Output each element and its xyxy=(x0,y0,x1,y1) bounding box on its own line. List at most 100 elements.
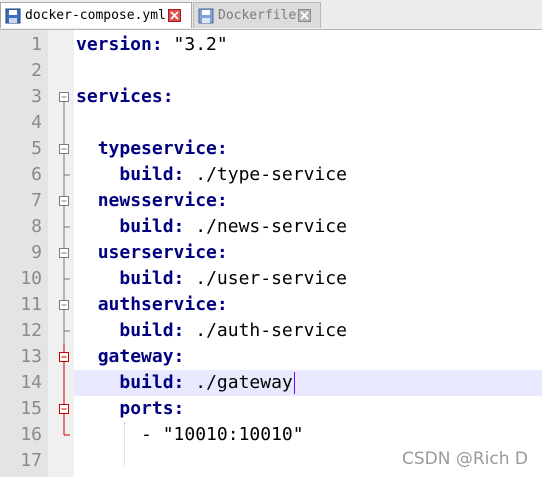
code-line[interactable]: 6 build: ./type-service xyxy=(0,162,542,188)
line-number: 14 xyxy=(20,372,42,393)
fold-marker-icon xyxy=(63,110,65,136)
fold-marker-icon xyxy=(58,32,74,58)
line-number: 15 xyxy=(20,398,42,419)
yaml-value: ./user-service xyxy=(184,268,347,289)
fold-marker-icon xyxy=(63,214,70,240)
code-line[interactable]: 14 build: ./gateway xyxy=(0,370,542,396)
code-line[interactable]: 8 build: ./news-service xyxy=(0,214,542,240)
yaml-value: : xyxy=(216,242,228,263)
code-text[interactable]: newsservice: xyxy=(76,188,228,214)
fold-marker-icon xyxy=(63,370,65,396)
code-text[interactable]: gateway: xyxy=(76,344,185,370)
code-line[interactable]: 4 xyxy=(0,110,542,136)
code-line[interactable]: 16 - "10010:10010" xyxy=(0,422,542,448)
yaml-key: gateway xyxy=(97,346,174,367)
code-text[interactable]: - "10010:10010" xyxy=(76,422,304,448)
tab-docker-compose[interactable]: docker-compose.yml xyxy=(0,2,192,28)
fold-marker-icon xyxy=(63,422,70,436)
code-line[interactable]: 15 ports: xyxy=(0,396,542,422)
fold-marker-icon[interactable] xyxy=(58,240,74,266)
line-number: 4 xyxy=(31,112,42,133)
line-number: 8 xyxy=(31,216,42,237)
yaml-value: : xyxy=(216,190,228,211)
tab-label: Dockerfile xyxy=(218,8,297,23)
code-line[interactable]: 13 gateway: xyxy=(0,344,542,370)
fold-marker-icon[interactable] xyxy=(58,188,74,214)
fold-marker-icon xyxy=(63,318,70,344)
line-number: 9 xyxy=(31,242,42,263)
code-text[interactable]: build: ./news-service xyxy=(76,214,347,240)
line-number: 3 xyxy=(31,86,42,107)
close-icon[interactable] xyxy=(167,9,181,22)
yaml-key: newsservice xyxy=(97,190,217,211)
line-number: 16 xyxy=(20,424,42,445)
yaml-value: - "10010:10010" xyxy=(141,424,304,445)
line-number: 17 xyxy=(20,450,42,471)
fold-marker-icon[interactable] xyxy=(58,136,74,162)
code-text[interactable]: build: ./type-service xyxy=(76,162,347,188)
fold-marker-icon[interactable] xyxy=(58,84,74,110)
code-text[interactable]: build: ./user-service xyxy=(76,266,347,292)
code-text[interactable]: services: xyxy=(76,84,174,110)
yaml-key: build xyxy=(119,372,174,393)
fold-marker-icon[interactable] xyxy=(58,292,74,318)
yaml-key: version xyxy=(76,34,152,55)
yaml-value: : xyxy=(162,86,174,107)
code-text[interactable]: version: "3.2" xyxy=(76,32,228,58)
yaml-key: build xyxy=(119,268,174,289)
tab-label: docker-compose.yml xyxy=(25,8,166,23)
line-number: 2 xyxy=(31,60,42,81)
code-line[interactable]: 12 build: ./auth-service xyxy=(0,318,542,344)
code-line[interactable]: 7 newsservice: xyxy=(0,188,542,214)
line-number: 5 xyxy=(31,138,42,159)
fold-marker-icon[interactable] xyxy=(58,396,74,422)
code-text[interactable]: userservice: xyxy=(76,240,228,266)
yaml-value: ./auth-service xyxy=(184,320,347,341)
line-number: 10 xyxy=(20,268,42,289)
code-text[interactable]: build: ./auth-service xyxy=(76,318,347,344)
code-text[interactable]: authservice: xyxy=(76,292,228,318)
code-text[interactable]: build: ./gateway xyxy=(76,370,293,396)
yaml-key: typeservice xyxy=(97,138,217,159)
fold-marker-icon[interactable] xyxy=(58,344,74,370)
yaml-key: authservice xyxy=(97,294,217,315)
line-number: 1 xyxy=(31,34,42,55)
fold-marker-icon xyxy=(63,266,70,292)
code-line[interactable]: 9 userservice: xyxy=(0,240,542,266)
code-line[interactable]: 5 typeservice: xyxy=(0,136,542,162)
save-disk-icon xyxy=(198,8,214,23)
code-line[interactable]: 11 authservice: xyxy=(0,292,542,318)
yaml-value: : xyxy=(216,294,228,315)
yaml-key: ports xyxy=(119,398,174,419)
yaml-value: ./gateway xyxy=(184,372,293,393)
code-text[interactable]: ports: xyxy=(76,396,184,422)
code-text[interactable]: typeservice: xyxy=(76,136,228,162)
yaml-key: build xyxy=(119,216,174,237)
code-line[interactable]: 2 xyxy=(0,58,542,84)
code-line[interactable]: 1 version: "3.2" xyxy=(0,32,542,58)
yaml-key: services xyxy=(76,86,163,107)
save-disk-icon xyxy=(5,8,21,23)
tab-dockerfile[interactable]: Dockerfile xyxy=(193,2,321,28)
yaml-key: build xyxy=(119,320,174,341)
yaml-value: : xyxy=(173,346,185,367)
yaml-value: "3.2" xyxy=(162,34,228,55)
line-number: 7 xyxy=(31,190,42,211)
line-number: 11 xyxy=(20,294,42,315)
yaml-key: build xyxy=(119,164,174,185)
line-number: 12 xyxy=(20,320,42,341)
code-line[interactable]: 10 build: ./user-service xyxy=(0,266,542,292)
code-editor[interactable]: 1 version: "3.2" 2 3 services: 4 5 typeservice… xyxy=(0,30,542,477)
text-caret xyxy=(294,372,295,394)
yaml-key: userservice xyxy=(97,242,217,263)
line-number: 13 xyxy=(20,346,42,367)
close-icon[interactable] xyxy=(298,9,312,22)
watermark: CSDN @Rich D xyxy=(401,449,528,469)
yaml-value: : xyxy=(216,138,228,159)
indent-guide xyxy=(124,422,125,466)
fold-marker-icon xyxy=(58,58,74,84)
line-number: 6 xyxy=(31,164,42,185)
yaml-value: ./type-service xyxy=(184,164,347,185)
code-line[interactable]: 3 services: xyxy=(0,84,542,110)
tab-bar: docker-compose.yml Dockerfile xyxy=(0,0,542,30)
